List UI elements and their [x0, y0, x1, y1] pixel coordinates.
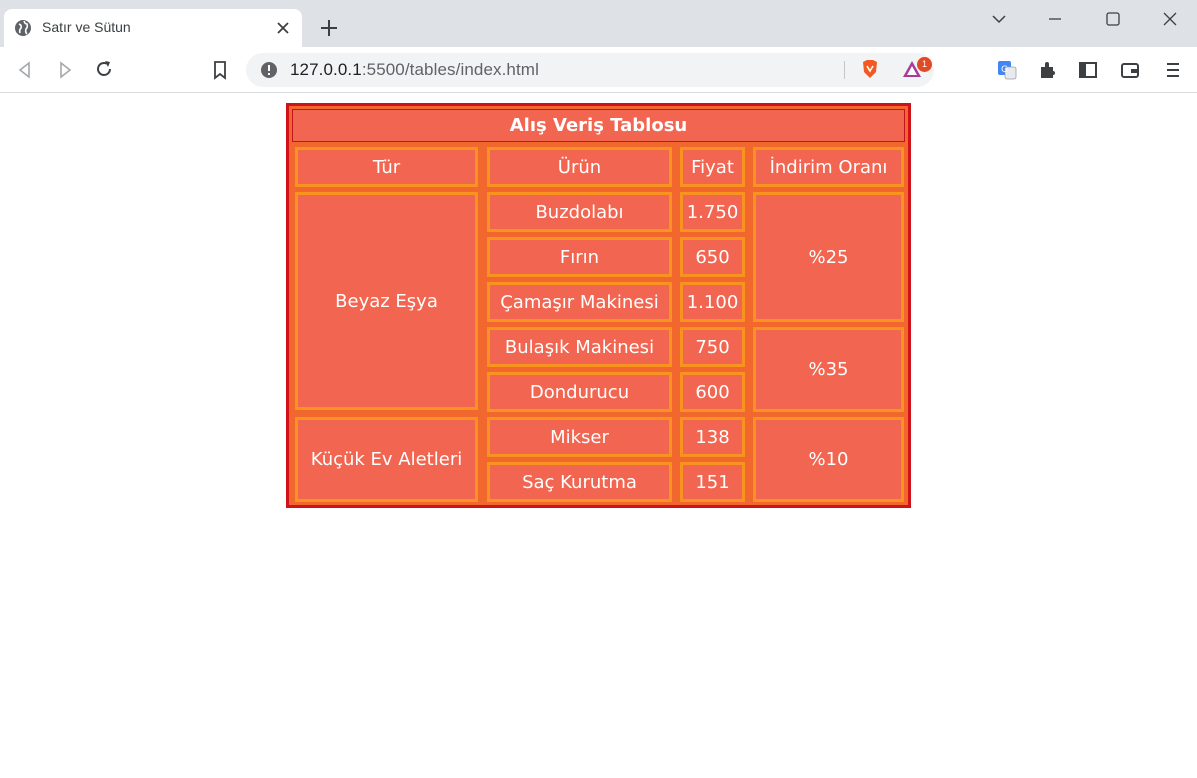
- discount-cell: %25: [753, 192, 904, 322]
- price-cell: 1.100: [680, 282, 745, 322]
- price-cell: 138: [680, 417, 745, 457]
- price-cell: 650: [680, 237, 745, 277]
- product-cell: Buzdolabı: [487, 192, 672, 232]
- product-cell: Bulaşık Makinesi: [487, 327, 672, 367]
- close-tab-icon[interactable]: [274, 19, 292, 37]
- product-cell: Mikser: [487, 417, 672, 457]
- price-cell: 600: [680, 372, 745, 412]
- price-cell: 151: [680, 462, 745, 502]
- tab-strip: Satır ve Sütun: [0, 0, 1197, 47]
- new-tab-icon[interactable]: [318, 17, 340, 39]
- table-caption: Alış Veriş Tablosu: [292, 109, 905, 142]
- product-cell: Fırın: [487, 237, 672, 277]
- discount-cell: %10: [753, 417, 904, 502]
- brave-shield-icon[interactable]: [859, 58, 881, 80]
- globe-icon: [15, 20, 31, 36]
- product-cell: Saç Kurutma: [487, 462, 672, 502]
- maximize-icon[interactable]: [1103, 9, 1123, 29]
- product-cell: Dondurucu: [487, 372, 672, 412]
- back-icon[interactable]: [14, 59, 36, 81]
- category-cell-kucuk-ev-aletleri: Küçük Ev Aletleri: [295, 417, 478, 502]
- browser-tab[interactable]: Satır ve Sütun: [4, 9, 302, 47]
- discount-cell: %35: [753, 327, 904, 412]
- url-host: 127.0.0.1: [290, 60, 362, 79]
- close-window-icon[interactable]: [1160, 9, 1180, 29]
- header-cell-price: Fiyat: [680, 147, 745, 187]
- google-translate-icon[interactable]: G: [996, 59, 1018, 81]
- rewards-badge: 1: [917, 57, 932, 72]
- url-text: 127.0.0.1:5500/tables/index.html: [290, 60, 539, 80]
- svg-text:G: G: [1001, 65, 1008, 75]
- minimize-icon[interactable]: [1045, 9, 1065, 29]
- tab-title: Satır ve Sütun: [42, 19, 131, 35]
- header-cell-product: Ürün: [487, 147, 672, 187]
- menu-icon[interactable]: [1162, 59, 1184, 81]
- price-cell: 1.750: [680, 192, 745, 232]
- header-cell-type: Tür: [295, 147, 478, 187]
- url-path: :5500/tables/index.html: [361, 60, 539, 79]
- omnibox-divider: [844, 61, 845, 79]
- tab-search-chevron-icon[interactable]: [989, 9, 1009, 29]
- site-info-icon[interactable]: [260, 61, 278, 79]
- address-bar[interactable]: 127.0.0.1:5500/tables/index.html: [246, 53, 934, 87]
- wallet-icon[interactable]: [1119, 59, 1141, 81]
- bookmark-icon[interactable]: [209, 59, 231, 81]
- category-cell-beyaz-esya: Beyaz Eşya: [295, 192, 478, 410]
- price-cell: 750: [680, 327, 745, 367]
- shopping-table: Alış Veriş Tablosu Tür Ürün Fiyat İndiri…: [286, 103, 911, 508]
- side-panel-icon[interactable]: [1077, 59, 1099, 81]
- forward-icon[interactable]: [54, 59, 76, 81]
- header-cell-discount: İndirim Oranı: [753, 147, 904, 187]
- extensions-puzzle-icon[interactable]: [1037, 59, 1059, 81]
- reload-icon[interactable]: [93, 58, 115, 80]
- product-cell: Çamaşır Makinesi: [487, 282, 672, 322]
